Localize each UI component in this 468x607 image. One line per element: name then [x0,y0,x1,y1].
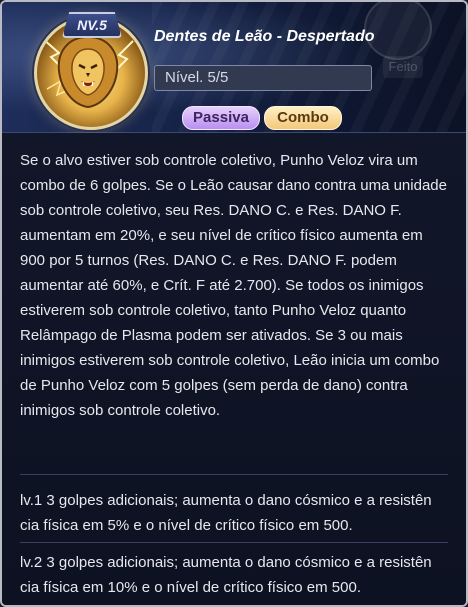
skill-description: Se o alvo estiver sob controle coletivo,… [20,152,447,419]
background-label: Feito [383,56,423,78]
level-effect-text: 3 golpes adicionais; aumenta o dano cósm… [46,554,432,571]
level-label: lv.2 [20,554,47,571]
divider [20,542,448,543]
level-effect-2: lv.2 3 golpes adicionais; aumenta o dano… [20,550,460,600]
level-effect-1: lv.1 3 golpes adicionais; aumenta o dano… [20,488,460,538]
divider [20,474,448,475]
skill-level-field: Nível. 5/5 [154,65,372,91]
skill-tooltip-panel: Feito NV.5 Dentes de Leão - Despertado N… [0,0,468,607]
skill-title: Dentes de Leão - Despertado [154,28,375,45]
level-label: lv.1 [20,492,47,509]
level-effect-text: cia física em 10% e o nível de crítico f… [20,579,361,596]
tag-passive: Passiva [182,106,260,130]
level-effect-text: 3 golpes adicionais; aumenta o dano cósm… [46,492,432,509]
level-effect-text: cia física em 5% e o nível de crítico fí… [20,517,353,534]
level-badge: NV.5 [62,12,122,38]
tag-combo: Combo [264,106,342,130]
skill-header: Feito NV.5 Dentes de Leão - Despertado N… [2,2,466,133]
lion-head-icon [57,35,119,109]
